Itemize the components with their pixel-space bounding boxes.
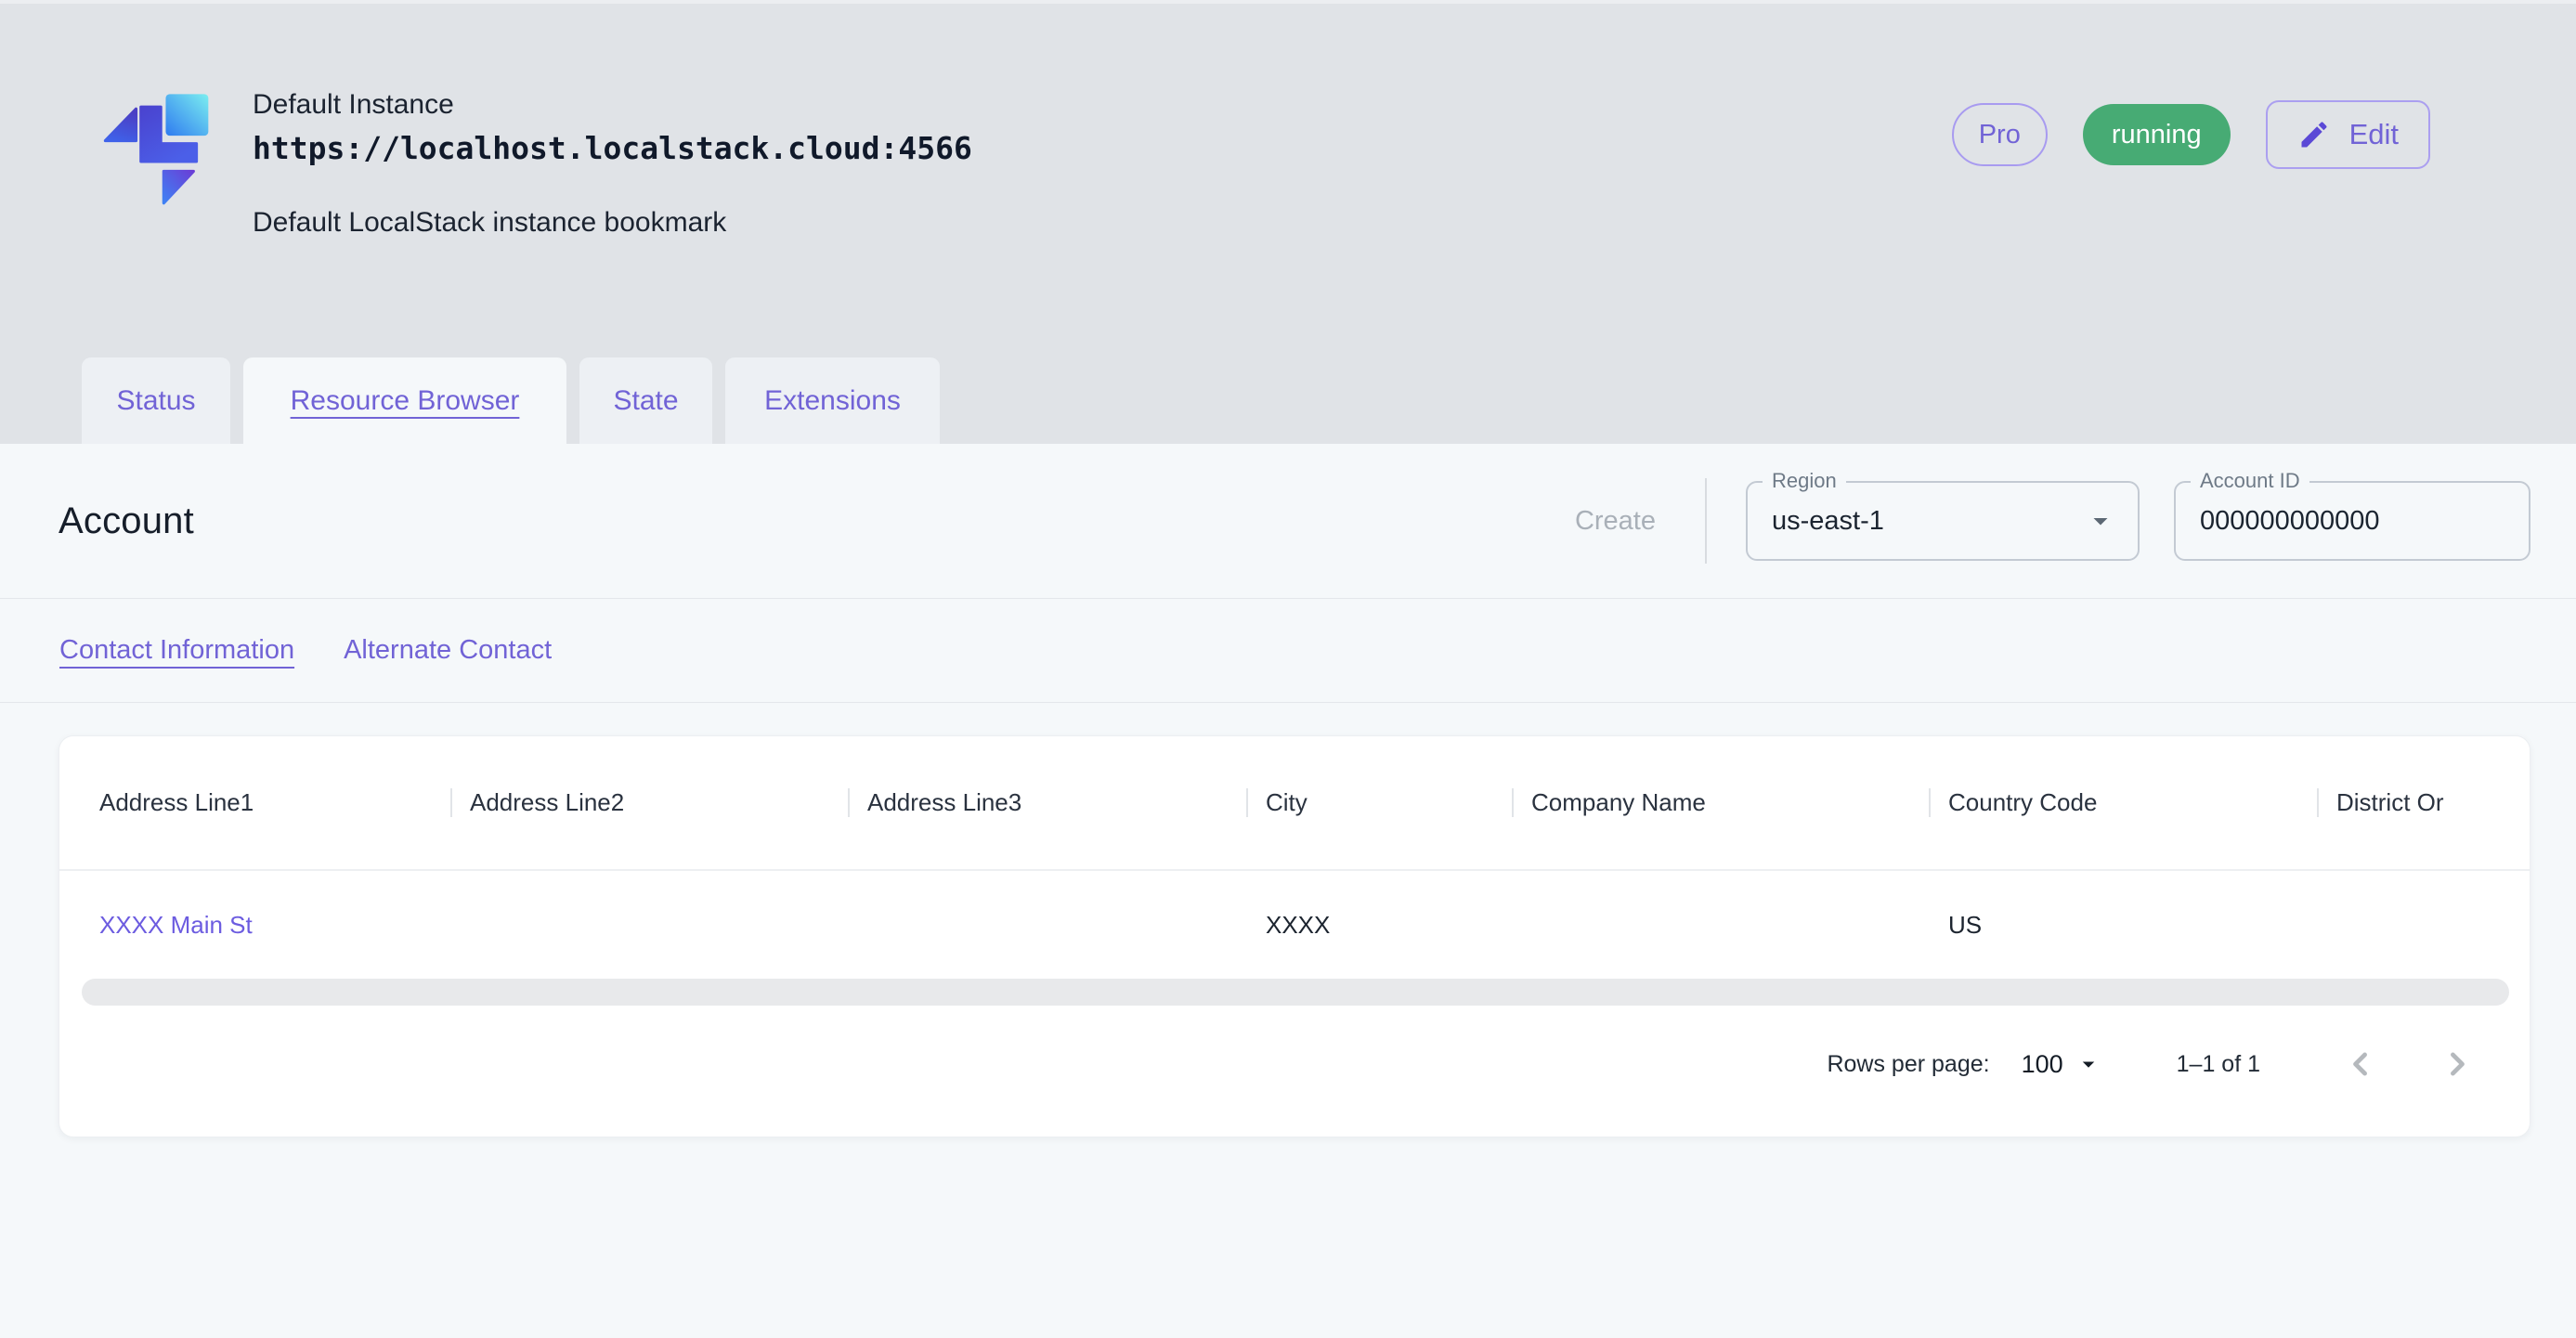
- region-select-label: Region: [1763, 469, 1846, 493]
- account-id-input[interactable]: [2200, 506, 2508, 537]
- account-id-field-wrap: Account ID: [2174, 481, 2530, 561]
- pro-badge-label: Pro: [1979, 120, 2021, 150]
- cell-country-code: US: [1929, 911, 2317, 940]
- pagination-range: 1–1 of 1: [2177, 1051, 2260, 1078]
- region-select-value: us-east-1: [1772, 506, 2084, 537]
- tab-status-label: Status: [116, 385, 195, 417]
- pagination: Rows per page: 100 1–1 of 1: [1827, 1029, 2478, 1099]
- status-badge-label: running: [2112, 120, 2202, 150]
- localstack-logo-icon: [93, 89, 225, 208]
- edit-button-label: Edit: [2349, 118, 2399, 151]
- column-header-address-line2: Address Line2: [450, 788, 848, 817]
- cell-address-line1-link[interactable]: XXXX Main St: [99, 911, 253, 939]
- account-id-field-label: Account ID: [2191, 469, 2309, 493]
- caret-down-icon: [2075, 1050, 2102, 1078]
- tab-state-label: State: [613, 385, 678, 417]
- column-header-city: City: [1246, 788, 1512, 817]
- tab-resource-browser-label: Resource Browser: [291, 385, 520, 417]
- previous-page-button[interactable]: [2340, 1044, 2381, 1085]
- service-toolbar: Account Create Region us-east-1 Account …: [0, 444, 2576, 599]
- edit-button[interactable]: Edit: [2266, 100, 2430, 169]
- pro-badge: Pro: [1952, 103, 2048, 166]
- rows-per-page-label: Rows per page:: [1827, 1051, 1989, 1078]
- instance-identity: Default Instance https://localhost.local…: [93, 89, 972, 239]
- account-subtabs: Contact Information Alternate Contact: [0, 599, 2576, 703]
- tab-resource-browser[interactable]: Resource Browser: [243, 357, 566, 444]
- rows-per-page-value: 100: [2022, 1050, 2063, 1079]
- column-header-company-name: Company Name: [1512, 788, 1929, 817]
- horizontal-scrollbar[interactable]: [82, 979, 2509, 1006]
- chevron-down-icon: [2084, 504, 2117, 538]
- subtab-alternate-contact[interactable]: Alternate Contact: [344, 635, 552, 666]
- instance-tabs: Status Resource Browser State Extensions: [82, 357, 940, 444]
- column-header-country-code: Country Code: [1929, 788, 2317, 817]
- page-title: Account: [59, 500, 194, 542]
- tab-status[interactable]: Status: [82, 357, 230, 444]
- column-header-address-line1: Address Line1: [59, 788, 450, 817]
- toolbar-divider: [1705, 478, 1707, 564]
- cell-city: XXXX: [1246, 911, 1512, 940]
- pencil-icon: [2297, 118, 2331, 151]
- table-header-row: Address Line1 Address Line2 Address Line…: [59, 736, 2530, 871]
- column-header-address-line3: Address Line3: [848, 788, 1246, 817]
- status-badge: running: [2083, 104, 2231, 165]
- contact-information-table-card: Address Line1 Address Line2 Address Line…: [59, 735, 2530, 1137]
- table-row: XXXX Main St XXXX US: [59, 873, 2530, 977]
- create-button[interactable]: Create: [1575, 506, 1656, 537]
- instance-url: https://localhost.localstack.cloud:4566: [253, 130, 972, 166]
- rows-per-page-select[interactable]: 100: [2022, 1050, 2102, 1079]
- tab-extensions[interactable]: Extensions: [725, 357, 940, 444]
- tab-state[interactable]: State: [579, 357, 712, 444]
- instance-subtitle: Default LocalStack instance bookmark: [253, 207, 972, 239]
- column-header-district: District Or: [2317, 788, 2530, 817]
- chevron-left-icon: [2340, 1044, 2381, 1085]
- tab-extensions-label: Extensions: [764, 385, 901, 417]
- instance-header: Default Instance https://localhost.local…: [0, 0, 2576, 444]
- resource-browser-panel: Account Create Region us-east-1 Account …: [0, 444, 2576, 1338]
- subtab-contact-information[interactable]: Contact Information: [59, 635, 294, 666]
- region-select[interactable]: Region us-east-1: [1746, 481, 2140, 561]
- next-page-button[interactable]: [2437, 1044, 2478, 1085]
- instance-title: Default Instance: [253, 89, 972, 121]
- chevron-right-icon: [2437, 1044, 2478, 1085]
